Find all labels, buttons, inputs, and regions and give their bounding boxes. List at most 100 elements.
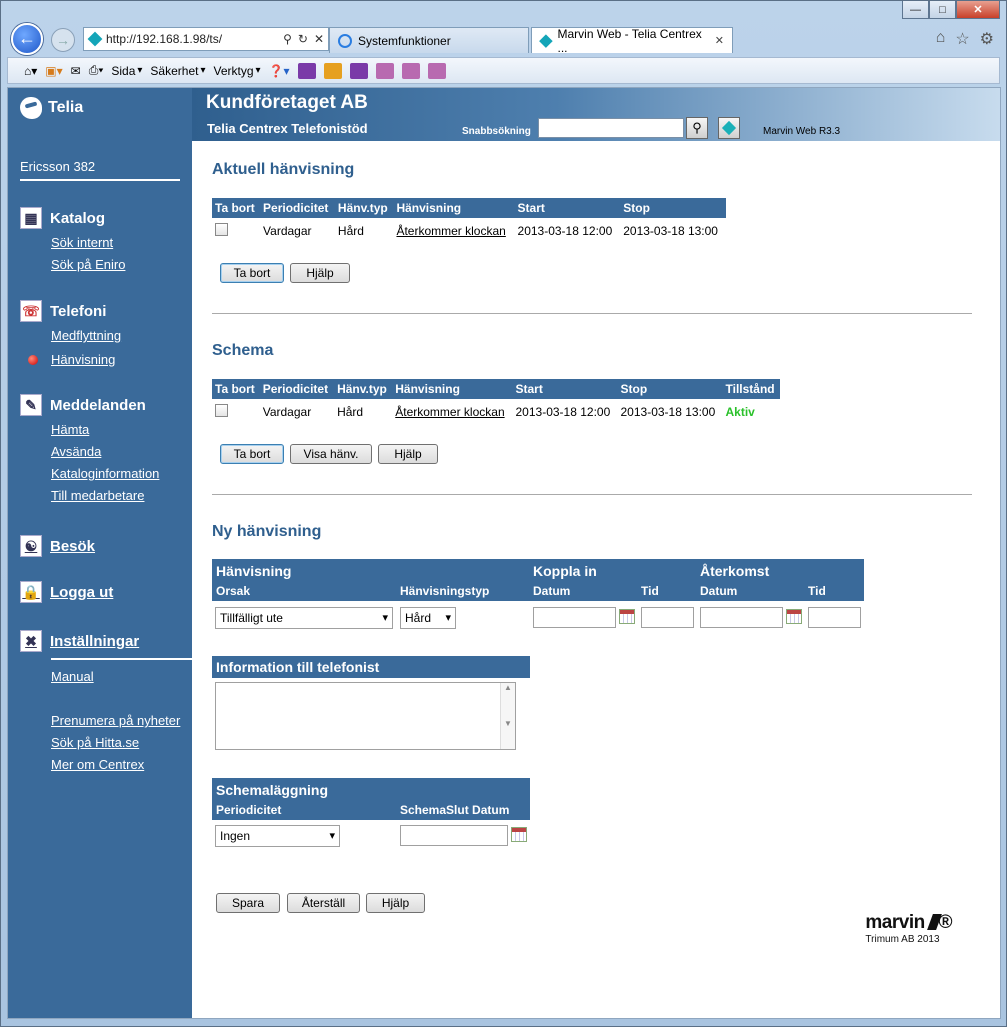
calendar-icon[interactable] xyxy=(619,609,635,624)
link-manual[interactable]: Manual xyxy=(51,669,94,684)
addon-icon[interactable] xyxy=(427,62,446,79)
col-header: Start xyxy=(514,198,621,218)
addon-icon[interactable] xyxy=(375,62,394,79)
divider xyxy=(212,494,972,495)
label-periodicitet: Periodicitet xyxy=(216,803,282,817)
menu-sakerhet[interactable]: Säkerhet xyxy=(150,64,205,78)
link-mer-om-centrex[interactable]: Mer om Centrex xyxy=(51,757,144,772)
label-datum: Datum xyxy=(533,584,571,598)
home-icon[interactable]: ⌂▾ xyxy=(24,64,37,78)
calendar-icon[interactable] xyxy=(511,827,527,842)
address-text[interactable]: http://192.168.1.98/ts/ xyxy=(106,32,222,46)
forward-button[interactable]: → xyxy=(51,28,75,52)
onenote-icon[interactable] xyxy=(297,62,316,79)
label-schemalaggning: Schemaläggning xyxy=(216,782,329,798)
periodicitet-select[interactable]: Ingen xyxy=(215,825,340,847)
brand-name: Telia xyxy=(48,99,84,116)
label-info: Information till telefonist xyxy=(216,659,380,675)
show-redirect-button[interactable]: Visa hänv. xyxy=(290,444,372,464)
link-medflyttning[interactable]: Medflyttning xyxy=(51,328,121,343)
copyright: Trimum AB 2013 xyxy=(865,934,940,945)
active-item-icon xyxy=(28,355,38,365)
table-row: Vardagar Hård Återkommer klockan 2013-03… xyxy=(212,218,726,244)
close-tab-icon[interactable]: ✕ xyxy=(715,34,724,47)
col-header: Start xyxy=(512,379,618,399)
command-bar: ⌂▾ ▣▾ ✉ ⎙▾ Sida Säkerhet Verktyg ❓▾ xyxy=(7,57,1000,84)
section-installningar[interactable]: ✖ Inställningar xyxy=(20,630,139,652)
scrollbar[interactable]: ▲ ▼ xyxy=(500,683,515,749)
note-icon: ✎ xyxy=(20,394,42,416)
aterkomst-time-input[interactable] xyxy=(808,607,861,628)
col-header: Periodicitet xyxy=(259,379,335,399)
menu-verktyg[interactable]: Verktyg xyxy=(213,64,260,78)
section-title-ny: Ny hänvisning xyxy=(212,523,322,540)
cell-start: 2013-03-18 12:00 xyxy=(515,405,611,419)
col-header: Ta bort xyxy=(212,379,260,399)
link-sok-internt[interactable]: Sök internt xyxy=(51,235,113,250)
link-hanvisning[interactable]: Hänvisning xyxy=(51,352,115,367)
refresh-icon[interactable]: ↻ xyxy=(298,32,308,46)
mail-icon[interactable]: ✉ xyxy=(71,64,81,78)
minimize-button[interactable]: — xyxy=(902,1,929,19)
back-button[interactable]: ← xyxy=(11,23,43,55)
gear-icon[interactable]: ⚙ xyxy=(980,29,994,49)
stop-icon[interactable]: ✕ xyxy=(314,32,324,46)
addon-icon[interactable] xyxy=(323,62,342,79)
app-subtitle: Telia Centrex Telefonistöd xyxy=(207,121,368,136)
calendar-icon[interactable] xyxy=(786,609,802,624)
menu-sida[interactable]: Sida xyxy=(111,64,142,78)
home-icon[interactable]: ⌂ xyxy=(936,29,946,49)
footer: marvin ® Trimum AB 2013 xyxy=(865,912,952,945)
close-window-button[interactable]: ✕ xyxy=(956,1,1000,19)
reset-button[interactable]: Återställ xyxy=(287,893,360,913)
go-button[interactable] xyxy=(718,117,740,139)
tab-marvin-web[interactable]: Marvin Web - Telia Centrex ... ✕ xyxy=(531,27,733,55)
status-badge: Aktiv xyxy=(725,405,755,419)
link-avsanda[interactable]: Avsända xyxy=(51,444,101,459)
search-icon[interactable]: ⚲ xyxy=(283,32,292,46)
link-till-medarbetare[interactable]: Till medarbetare xyxy=(51,488,144,503)
handshake-icon: ☯ xyxy=(20,535,42,557)
aterkomst-date-input[interactable] xyxy=(700,607,783,628)
redirect-link[interactable]: Återkommer klockan xyxy=(393,218,514,244)
save-button[interactable]: Spara xyxy=(216,893,280,913)
section-title[interactable]: Besök xyxy=(50,538,95,555)
section-title[interactable]: Inställningar xyxy=(50,633,139,650)
help-button[interactable]: Hjälp xyxy=(378,444,438,464)
help-icon[interactable]: ❓▾ xyxy=(269,64,290,78)
rss-icon[interactable]: ▣▾ xyxy=(45,64,62,78)
remove-button[interactable]: Ta bort xyxy=(220,263,284,283)
print-icon[interactable]: ⎙▾ xyxy=(89,63,104,78)
remove-checkbox[interactable] xyxy=(215,223,228,236)
section-logga-ut[interactable]: 🔒 Logga ut xyxy=(20,581,113,603)
hanvisningstyp-select[interactable]: Hård xyxy=(400,607,456,629)
search-icon-button[interactable]: ⚲ xyxy=(686,117,708,139)
info-textarea[interactable]: ▲ ▼ xyxy=(215,682,516,750)
quick-search-input[interactable] xyxy=(538,118,684,138)
address-bar[interactable]: http://192.168.1.98/ts/ ⚲ ↻ ✕ xyxy=(83,27,329,51)
remove-checkbox[interactable] xyxy=(215,404,228,417)
help-button[interactable]: Hjälp xyxy=(290,263,350,283)
help-button[interactable]: Hjälp xyxy=(366,893,425,913)
redirect-link[interactable]: Återkommer klockan xyxy=(392,399,512,425)
maximize-button[interactable]: □ xyxy=(929,1,956,19)
favorites-star-icon[interactable]: ☆ xyxy=(955,29,969,49)
link-hamta[interactable]: Hämta xyxy=(51,422,89,437)
link-kataloginformation[interactable]: Kataloginformation xyxy=(51,466,159,481)
schema-end-date-input[interactable] xyxy=(400,825,508,846)
label-hanvisningstyp: Hänvisningstyp xyxy=(400,584,490,598)
addon-icon[interactable] xyxy=(401,62,420,79)
orsak-select[interactable]: Tillfälligt ute xyxy=(215,607,393,629)
tab-systemfunktioner[interactable]: Systemfunktioner xyxy=(329,27,529,53)
section-besok[interactable]: ☯ Besök xyxy=(20,535,95,557)
link-sok-eniro[interactable]: Sök på Eniro xyxy=(51,257,125,272)
label-hanvisning: Hänvisning xyxy=(216,563,292,579)
koppla-in-time-input[interactable] xyxy=(641,607,694,628)
koppla-in-date-input[interactable] xyxy=(533,607,616,628)
link-prenumera[interactable]: Prenumera på nyheter xyxy=(51,713,180,728)
section-title[interactable]: Logga ut xyxy=(50,584,113,601)
book-icon: ▦ xyxy=(20,207,42,229)
link-hitta[interactable]: Sök på Hitta.se xyxy=(51,735,139,750)
remove-button[interactable]: Ta bort xyxy=(220,444,284,464)
onenote-icon[interactable] xyxy=(349,62,368,79)
